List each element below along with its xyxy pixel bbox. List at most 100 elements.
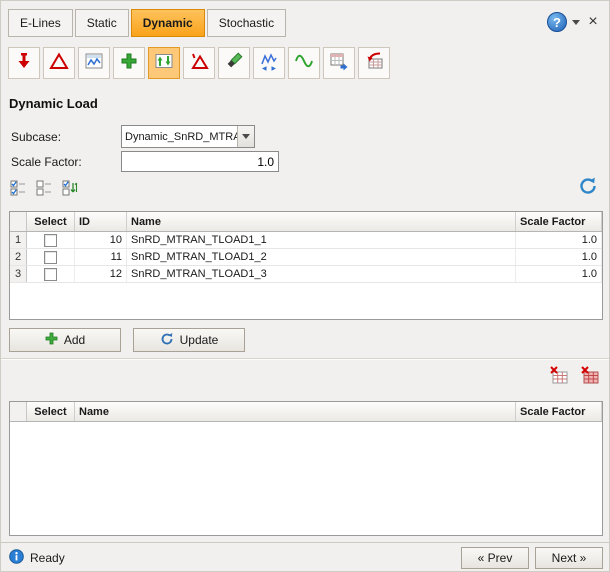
assigned-table: Select Name Scale Factor (9, 401, 603, 536)
add-button-label: Add (64, 333, 85, 347)
eraser-icon (224, 51, 244, 76)
plus-icon (45, 332, 58, 348)
scale-column-header[interactable]: Scale Factor (516, 212, 602, 231)
help-dropdown-caret-icon[interactable] (572, 20, 580, 25)
modal-delta-prime-button[interactable] (183, 47, 215, 79)
name-column-header[interactable]: Name (127, 212, 516, 231)
table-actions (548, 366, 601, 388)
row-number-header (10, 212, 27, 231)
dynamic-load-tool-button[interactable] (148, 47, 180, 79)
row-id: 12 (75, 266, 127, 282)
select-all-icon[interactable] (9, 179, 27, 197)
import-table-button[interactable] (358, 47, 390, 79)
row-number: 2 (10, 249, 27, 265)
sine-wave-button[interactable] (288, 47, 320, 79)
sine-wave-icon (294, 51, 314, 76)
page-title: Dynamic Load (9, 96, 98, 111)
row-select-checkbox[interactable] (44, 234, 57, 247)
dynamic-load-panel: E-Lines Static Dynamic Stochastic ? × (0, 0, 610, 572)
subcase-selected-value: Dynamic_SnRD_MTRAN_2 (122, 131, 237, 143)
selection-tools (9, 179, 79, 197)
table-row[interactable]: 2 11 SnRD_MTRAN_TLOAD1_2 1.0 (10, 249, 602, 266)
prev-button-label: « Prev (478, 551, 513, 565)
tab-dynamic-label: Dynamic (143, 16, 193, 30)
status-bar: Ready « Prev Next » (1, 542, 610, 572)
name-column-header[interactable]: Name (75, 402, 516, 421)
eraser-button[interactable] (218, 47, 250, 79)
info-icon (9, 549, 24, 567)
add-load-button[interactable] (113, 47, 145, 79)
apply-load-button[interactable] (8, 47, 40, 79)
invert-selection-icon[interactable] (61, 179, 79, 197)
tab-e-lines-label: E-Lines (20, 16, 61, 30)
load-table: Select ID Name Scale Factor 1 10 SnRD_MT… (9, 211, 603, 320)
refresh-button[interactable] (577, 177, 599, 199)
scale-column-header[interactable]: Scale Factor (516, 402, 602, 421)
add-button[interactable]: Add (9, 328, 121, 352)
subcase-label: Subcase: (11, 130, 61, 144)
modal-delta-prime-icon (189, 51, 209, 76)
dynamic-load-icon (154, 51, 174, 76)
table-row[interactable]: 3 12 SnRD_MTRAN_TLOAD1_3 1.0 (10, 266, 602, 283)
toolbar (8, 47, 390, 79)
chevron-down-icon (242, 134, 250, 139)
row-scale: 1.0 (516, 232, 602, 248)
export-table-icon (329, 51, 349, 76)
deselect-all-icon[interactable] (35, 179, 53, 197)
nav-buttons: « Prev Next » (461, 547, 603, 569)
modal-delta-button[interactable] (43, 47, 75, 79)
select-column-header[interactable]: Select (27, 212, 75, 231)
next-button-label: Next » (552, 551, 587, 565)
update-button[interactable]: Update (133, 328, 245, 352)
row-id: 10 (75, 232, 127, 248)
tab-static-label: Static (87, 16, 117, 30)
frf-waveform-button[interactable] (253, 47, 285, 79)
remove-all-tables-icon (580, 365, 600, 390)
subcase-select[interactable]: Dynamic_SnRD_MTRAN_2 (121, 125, 255, 148)
assigned-table-empty-area (10, 422, 602, 535)
select-column-header[interactable]: Select (27, 402, 75, 421)
window-controls: ? × (547, 12, 601, 32)
row-number-header (10, 402, 27, 421)
remove-selected-table-icon (549, 365, 569, 390)
import-table-icon (364, 51, 384, 76)
load-table-header: Select ID Name Scale Factor (10, 212, 602, 232)
refresh-icon (578, 176, 598, 201)
scale-factor-input[interactable] (121, 151, 279, 172)
remove-all-tables-button[interactable] (579, 366, 601, 388)
row-scale: 1.0 (516, 249, 602, 265)
update-refresh-icon (160, 332, 174, 349)
action-buttons: Add Update (9, 328, 245, 352)
row-select-checkbox[interactable] (44, 268, 57, 281)
help-icon[interactable]: ? (547, 12, 567, 32)
load-table-empty-area (10, 283, 602, 319)
scale-factor-label: Scale Factor: (11, 155, 82, 169)
tab-e-lines[interactable]: E-Lines (8, 9, 73, 37)
prev-button[interactable]: « Prev (461, 547, 529, 569)
export-table-button[interactable] (323, 47, 355, 79)
row-id: 11 (75, 249, 127, 265)
tab-dynamic[interactable]: Dynamic (131, 9, 205, 37)
row-scale: 1.0 (516, 266, 602, 282)
status-text: Ready (30, 551, 65, 565)
tab-static[interactable]: Static (75, 9, 129, 37)
assigned-table-header: Select Name Scale Factor (10, 402, 602, 422)
modal-delta-icon (49, 51, 69, 76)
plot-response-button[interactable] (78, 47, 110, 79)
row-name: SnRD_MTRAN_TLOAD1_2 (127, 249, 516, 265)
update-button-label: Update (180, 333, 219, 347)
subcase-dropdown-button[interactable] (237, 126, 254, 147)
next-button[interactable]: Next » (535, 547, 603, 569)
id-column-header[interactable]: ID (75, 212, 127, 231)
row-select-checkbox[interactable] (44, 251, 57, 264)
plot-response-icon (84, 51, 104, 76)
close-icon[interactable]: × (585, 14, 601, 30)
remove-selected-table-button[interactable] (548, 366, 570, 388)
add-load-icon (119, 51, 139, 76)
row-name: SnRD_MTRAN_TLOAD1_1 (127, 232, 516, 248)
table-row[interactable]: 1 10 SnRD_MTRAN_TLOAD1_1 1.0 (10, 232, 602, 249)
row-name: SnRD_MTRAN_TLOAD1_3 (127, 266, 516, 282)
tab-bar: E-Lines Static Dynamic Stochastic (8, 9, 286, 37)
tab-stochastic[interactable]: Stochastic (207, 9, 286, 37)
row-number: 1 (10, 232, 27, 248)
